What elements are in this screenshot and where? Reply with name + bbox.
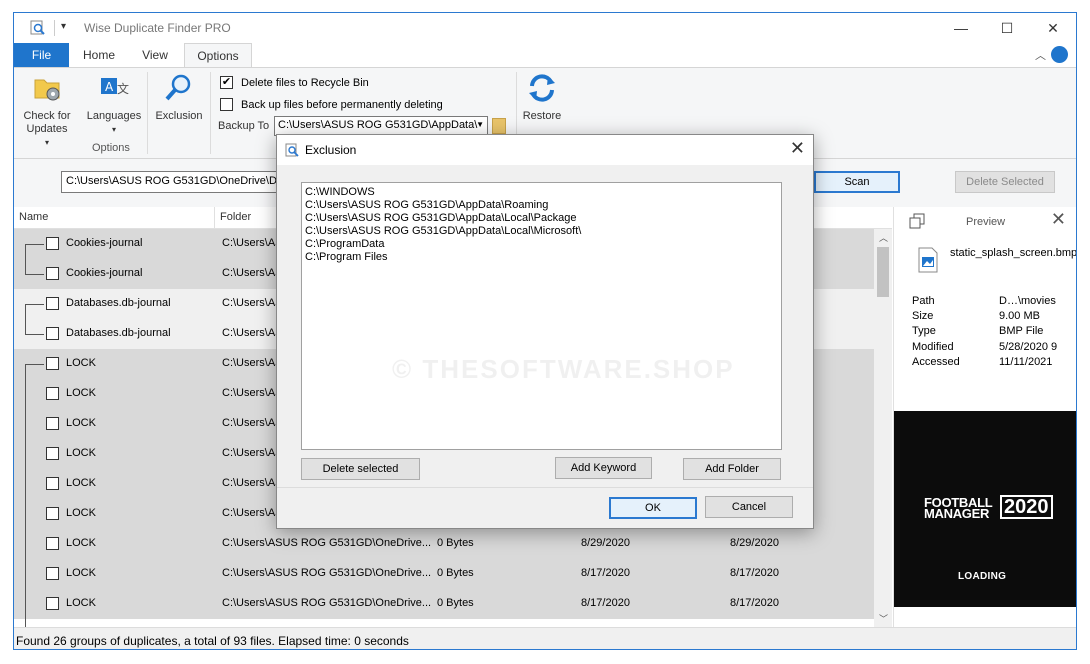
ribbon-tabs: File Home View Options ︿ bbox=[14, 43, 1076, 68]
add-keyword-button[interactable]: Add Keyword bbox=[555, 457, 652, 479]
tab-view[interactable]: View bbox=[128, 43, 182, 67]
check-updates-button[interactable]: Check for Updates ▾ bbox=[20, 72, 74, 149]
table-row[interactable]: LOCK C:\Users\ASUS ROG G531GD\OneDrive..… bbox=[14, 559, 874, 589]
scroll-down-icon[interactable]: ﹀ bbox=[879, 612, 888, 625]
svg-text:文: 文 bbox=[117, 81, 129, 96]
row-checkbox[interactable] bbox=[46, 417, 59, 430]
backup-path-select[interactable]: C:\Users\ASUS ROG G531GD\AppData\ ▼ bbox=[274, 116, 488, 136]
row-checkbox[interactable] bbox=[46, 327, 59, 340]
window-title: Wise Duplicate Finder PRO bbox=[84, 21, 231, 35]
delete-selected-button[interactable]: Delete Selected bbox=[955, 171, 1055, 193]
row-checkbox[interactable] bbox=[46, 237, 59, 250]
column-name[interactable]: Name bbox=[19, 211, 48, 223]
column-folder[interactable]: Folder bbox=[220, 211, 251, 223]
list-item[interactable]: C:\WINDOWS bbox=[305, 186, 778, 199]
copy-icon[interactable] bbox=[909, 213, 925, 229]
chevron-down-icon: ▼ bbox=[476, 120, 484, 129]
delete-selected-exclusion-button[interactable]: Delete selected bbox=[301, 458, 420, 480]
delete-recycle-checkbox[interactable]: ✔ bbox=[220, 76, 233, 89]
row-checkbox[interactable] bbox=[46, 297, 59, 310]
table-row[interactable]: LOCK C:\Users\ASUS ROG G531GD\OneDrive..… bbox=[14, 529, 874, 559]
row-checkbox[interactable] bbox=[46, 567, 59, 580]
exclusion-dialog: Exclusion ✕ C:\WINDOWS C:\Users\ASUS ROG… bbox=[276, 134, 814, 529]
scroll-up-icon[interactable]: ︿ bbox=[879, 231, 888, 244]
close-preview-icon[interactable]: ✕ bbox=[1051, 209, 1066, 230]
cancel-button[interactable]: Cancel bbox=[705, 496, 793, 518]
languages-icon: A 文 bbox=[101, 78, 129, 96]
folder-gear-icon bbox=[34, 79, 60, 101]
dialog-title-bar: Exclusion ✕ bbox=[277, 135, 813, 165]
magnifier-icon bbox=[285, 143, 299, 157]
row-checkbox[interactable] bbox=[46, 267, 59, 280]
list-item[interactable]: C:\ProgramData bbox=[305, 238, 778, 251]
list-item[interactable]: C:\Program Files bbox=[305, 251, 778, 264]
svg-text:A: A bbox=[105, 80, 114, 94]
scan-button[interactable]: Scan bbox=[814, 171, 900, 193]
exclusion-magnifier-icon bbox=[165, 74, 191, 101]
row-checkbox[interactable] bbox=[46, 477, 59, 490]
watermark: © THESOFTWARE.SHOP bbox=[392, 354, 735, 384]
backup-to-label: Backup To bbox=[218, 120, 270, 132]
fm-logo-year: 2020 bbox=[1000, 495, 1053, 519]
preview-title: Preview bbox=[966, 216, 1006, 228]
backup-checkbox[interactable] bbox=[220, 98, 233, 111]
list-item[interactable]: C:\Users\ASUS ROG G531GD\AppData\Local\M… bbox=[305, 225, 778, 238]
list-item[interactable]: C:\Users\ASUS ROG G531GD\AppData\Local\P… bbox=[305, 212, 778, 225]
ok-button[interactable]: OK bbox=[609, 497, 697, 519]
quick-access-separator bbox=[54, 20, 55, 36]
restore-button[interactable]: Restore bbox=[520, 72, 564, 123]
collapse-ribbon-icon[interactable]: ︿ bbox=[1035, 47, 1046, 63]
row-checkbox[interactable] bbox=[46, 357, 59, 370]
title-bar: ▾ Wise Duplicate Finder PRO — ☐ ✕ bbox=[14, 13, 1076, 43]
preview-panel: Preview ✕ static_splash_screen.bmp Path … bbox=[893, 207, 1077, 627]
maximize-button[interactable]: ☐ bbox=[984, 13, 1030, 43]
list-item[interactable]: C:\Users\ASUS ROG G531GD\AppData\Roaming bbox=[305, 199, 778, 212]
row-checkbox[interactable] bbox=[46, 507, 59, 520]
refresh-arrows-icon bbox=[529, 74, 555, 102]
ribbon-group-label: Options bbox=[92, 142, 130, 154]
tab-home[interactable]: Home bbox=[72, 43, 126, 67]
add-folder-button[interactable]: Add Folder bbox=[683, 458, 781, 480]
scan-path-input[interactable]: C:\Users\ASUS ROG G531GD\OneDrive\Dokume… bbox=[61, 171, 301, 193]
scrollbar-thumb[interactable] bbox=[877, 247, 889, 297]
user-account-icon[interactable] bbox=[1051, 46, 1068, 63]
image-file-icon bbox=[918, 247, 938, 273]
browse-folder-icon[interactable] bbox=[492, 118, 506, 134]
row-checkbox[interactable] bbox=[46, 597, 59, 610]
preview-image: FOOTBALL MANAGER 2020 LOADING bbox=[894, 411, 1076, 607]
status-bar: Found 26 groups of duplicates, a total o… bbox=[14, 627, 1076, 649]
preview-file-name: static_splash_screen.bmp bbox=[950, 247, 1077, 259]
tab-file[interactable]: File bbox=[14, 43, 69, 67]
minimize-button[interactable]: — bbox=[938, 13, 984, 43]
close-window-button[interactable]: ✕ bbox=[1030, 13, 1076, 43]
tab-options[interactable]: Options bbox=[184, 43, 252, 68]
row-checkbox[interactable] bbox=[46, 537, 59, 550]
loading-text: LOADING bbox=[958, 571, 1007, 582]
close-dialog-icon[interactable]: ✕ bbox=[790, 138, 805, 159]
results-scrollbar[interactable]: ︿ ﹀ bbox=[874, 229, 892, 627]
exclusion-list[interactable]: C:\WINDOWS C:\Users\ASUS ROG G531GD\AppD… bbox=[301, 182, 782, 450]
row-checkbox[interactable] bbox=[46, 447, 59, 460]
row-checkbox[interactable] bbox=[46, 387, 59, 400]
backup-option[interactable]: Back up files before permanently deletin… bbox=[220, 98, 443, 111]
exclusion-button[interactable]: Exclusion bbox=[152, 72, 206, 123]
table-row[interactable]: LOCK C:\Users\ASUS ROG G531GD\OneDrive..… bbox=[14, 589, 874, 627]
delete-recycle-option[interactable]: ✔ Delete files to Recycle Bin bbox=[220, 76, 369, 89]
magnifier-app-icon bbox=[30, 20, 45, 35]
languages-button[interactable]: A 文 Languages ▾ bbox=[84, 72, 144, 136]
dialog-title: Exclusion bbox=[305, 143, 357, 157]
quick-access-dropdown-icon[interactable]: ▾ bbox=[61, 21, 66, 32]
fm-logo-text: FOOTBALL MANAGER bbox=[924, 495, 993, 521]
